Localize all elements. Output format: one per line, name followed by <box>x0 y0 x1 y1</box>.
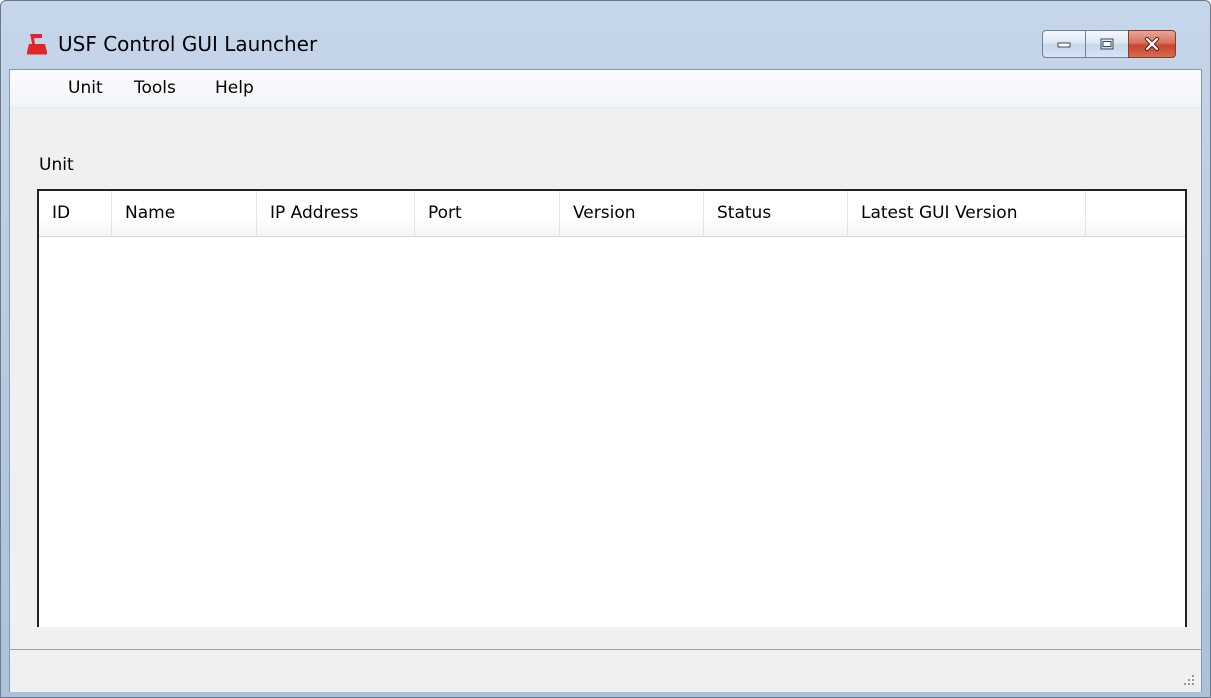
resize-grip-icon[interactable] <box>1181 672 1195 686</box>
menu-unit[interactable]: Unit <box>62 73 109 103</box>
menu-help[interactable]: Help <box>209 73 260 103</box>
close-icon <box>1145 37 1159 51</box>
maximize-icon <box>1100 38 1114 50</box>
minimize-button[interactable] <box>1042 30 1085 58</box>
column-header-name[interactable]: Name <box>112 191 257 236</box>
column-header-filler <box>1086 191 1185 236</box>
column-header-id[interactable]: ID <box>39 191 112 236</box>
client-area: Unit Tools Help Unit ID Name IP Address … <box>9 69 1202 692</box>
column-header-latest-gui-version[interactable]: Latest GUI Version <box>848 191 1086 236</box>
column-header-port[interactable]: Port <box>415 191 560 236</box>
menu-tools[interactable]: Tools <box>128 73 182 103</box>
unit-list[interactable]: ID Name IP Address Port Version Status L… <box>37 189 1187 627</box>
column-header-status[interactable]: Status <box>704 191 848 236</box>
minimize-icon <box>1057 42 1071 48</box>
caption-buttons <box>1042 30 1176 58</box>
app-window: USF Control GUI Launcher Unit Tools Help… <box>0 0 1211 698</box>
close-button[interactable] <box>1128 30 1176 58</box>
maximize-button[interactable] <box>1085 30 1128 58</box>
window-title: USF Control GUI Launcher <box>58 32 318 56</box>
column-header-ip-address[interactable]: IP Address <box>257 191 415 236</box>
usf-app-icon <box>27 34 47 55</box>
status-bar <box>10 649 1201 692</box>
menu-bar: Unit Tools Help <box>10 70 1201 108</box>
column-header-version[interactable]: Version <box>560 191 704 236</box>
unit-section-label: Unit <box>39 155 74 175</box>
unit-list-header: ID Name IP Address Port Version Status L… <box>39 191 1185 237</box>
title-bar[interactable]: USF Control GUI Launcher <box>1 1 1210 69</box>
